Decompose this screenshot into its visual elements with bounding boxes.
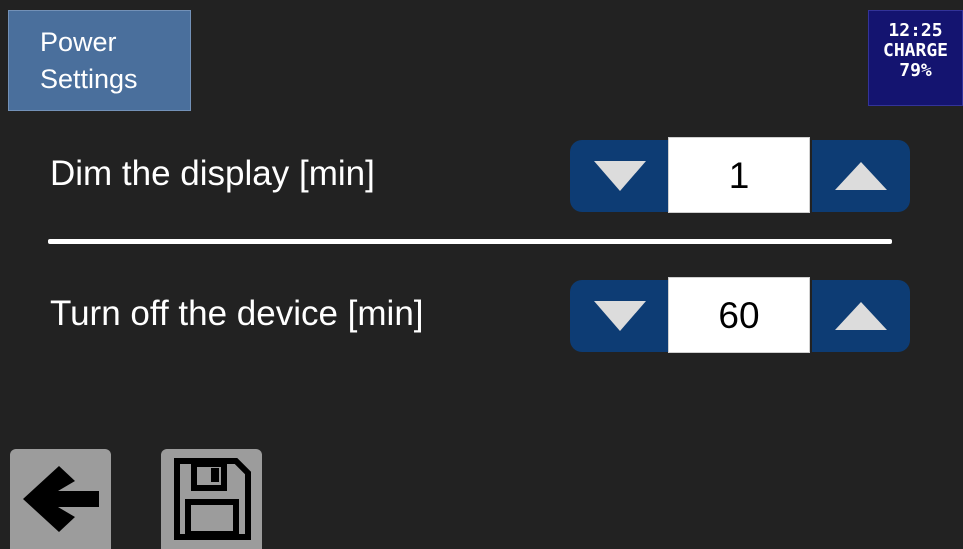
decrease-button[interactable] (570, 140, 670, 212)
turn-off-device-value[interactable]: 60 (668, 277, 810, 353)
dim-display-stepper: 1 (570, 137, 910, 213)
setting-row-turn-off-device: Turn off the device [min] 60 (0, 277, 963, 354)
triangle-down-icon (594, 161, 646, 191)
tab-bar: Power Settings 12:25 CHARGE 79% (0, 0, 963, 111)
status-charge: CHARGE (882, 41, 949, 61)
decrease-button[interactable] (570, 280, 670, 352)
tab-power-settings[interactable]: Power Settings (8, 10, 191, 111)
tab-label-line1: Power (40, 26, 117, 57)
triangle-up-icon (835, 162, 887, 190)
power-settings-screen: Power Settings 12:25 CHARGE 79% Dim the … (0, 0, 963, 549)
floppy-disk-icon (173, 458, 251, 540)
triangle-up-icon (835, 302, 887, 330)
setting-row-dim-display: Dim the display [min] 1 (0, 137, 963, 214)
dim-display-value[interactable]: 1 (668, 137, 810, 213)
arrow-left-icon (22, 466, 99, 532)
back-button[interactable] (10, 449, 111, 549)
setting-label: Turn off the device [min] (50, 294, 424, 333)
turn-off-device-stepper: 60 (570, 277, 910, 353)
status-time: 12:25 (888, 20, 943, 41)
status-battery: 79% (899, 60, 932, 81)
triangle-down-icon (594, 301, 646, 331)
setting-label: Dim the display [min] (50, 154, 375, 193)
status-indicator: 12:25 CHARGE 79% (868, 10, 963, 106)
increase-button[interactable] (812, 280, 910, 352)
tab-label-line2: Settings (40, 63, 138, 94)
divider (48, 239, 892, 244)
save-button[interactable] (161, 449, 262, 549)
increase-button[interactable] (812, 140, 910, 212)
